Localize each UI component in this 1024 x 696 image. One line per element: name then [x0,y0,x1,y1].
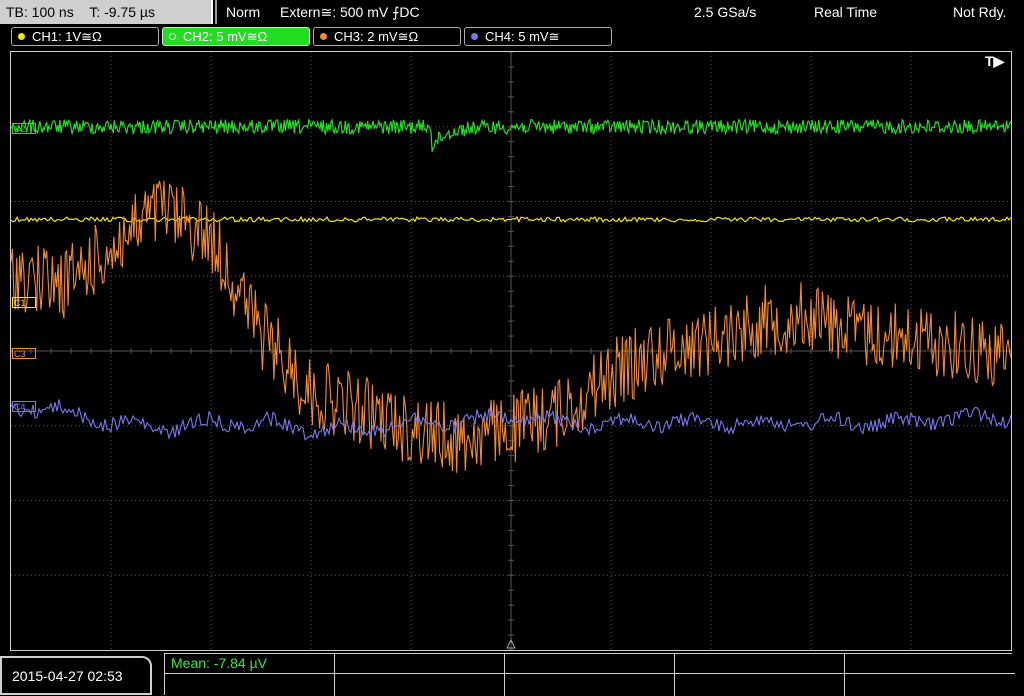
ch2-color-dot [169,33,176,40]
trigger-time-value: T: -9.75 µs [89,4,155,20]
measurement-cell[interactable]: Mean: -7.84 µV [165,654,335,674]
channel-tab-ch1[interactable]: CH1: 1V≅Ω [11,27,159,46]
waveform-canvas [11,52,1011,650]
channel-tab-ch4[interactable]: CH4: 5 mV≅ [464,27,612,46]
ch1-offset-marker[interactable]: C1 [12,297,36,308]
ch3-color-dot [320,33,327,40]
datetime: 2015-04-27 02:53 [12,668,123,684]
measurement-cell[interactable] [675,674,845,696]
datetime-box: 2015-04-27 02:53 [0,656,152,695]
timebase-box[interactable]: TB: 100 ns T: -9.75 µs [0,0,213,24]
measurement-cell[interactable] [675,654,845,674]
channel-bar: CH1: 1V≅Ω CH2: 5 mV≅Ω CH3: 2 mV≅Ω CH4: 5… [0,24,1024,48]
acquisition-status: Not Rdy. [953,4,1007,20]
trigger-source[interactable]: Extern≅: 500 mV ⨍DC [280,0,420,24]
measurement-bar: Mean: -7.84 µV [164,653,1015,696]
measurement-cell[interactable] [505,654,675,674]
trigger-level-marker: T▶ [985,53,1005,69]
measurement-cell[interactable] [165,674,335,696]
mean-measurement: Mean: -7.84 µV [171,655,268,671]
channel-tab-ch3[interactable]: CH3: 2 mV≅Ω [313,27,461,46]
measurement-cell[interactable] [505,674,675,696]
ch4-offset-marker[interactable]: C4 [12,401,36,412]
measurement-cell[interactable] [335,674,505,696]
divider [215,0,217,24]
acquisition-mode[interactable]: Real Time [814,0,877,24]
channel-tab-ch2[interactable]: CH2: 5 mV≅Ω [162,27,310,46]
ch4-color-dot [471,33,478,40]
status-bar: TB: 100 ns T: -9.75 µs Norm Extern≅: 500… [0,0,1024,24]
sample-rate[interactable]: 2.5 GSa/s [694,0,756,24]
channel-tab-label: CH3: 2 mV≅Ω [334,29,419,44]
channel-tab-label: CH2: 5 mV≅Ω [183,29,268,44]
ch3-offset-marker[interactable]: C3 [12,348,36,359]
channel-tab-label: CH1: 1V≅Ω [32,29,102,44]
measurement-cell[interactable] [845,654,1015,674]
ch2-offset-marker[interactable]: C2 [12,123,36,134]
measurement-cell[interactable] [335,654,505,674]
trigger-mode[interactable]: Norm [226,0,260,24]
channel-tab-label: CH4: 5 mV≅ [485,29,560,44]
timebase-value: TB: 100 ns [6,4,74,20]
ch1-color-dot [18,33,25,40]
graticule [11,52,1011,650]
